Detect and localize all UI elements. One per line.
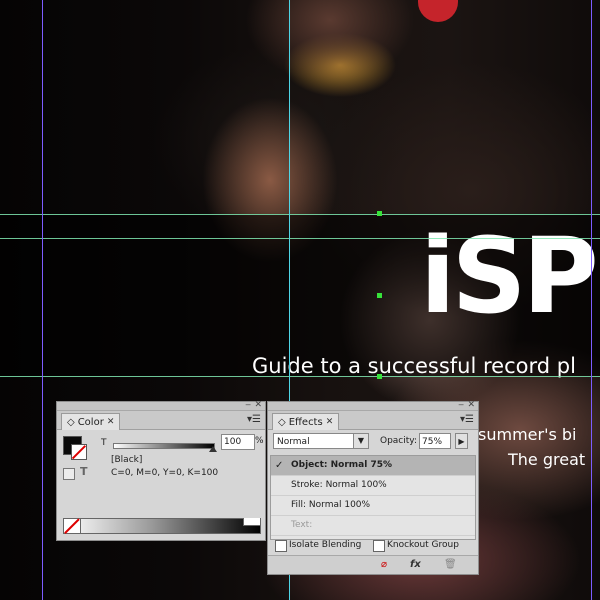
knockout-group-checkbox[interactable] bbox=[373, 540, 385, 552]
selection-handle[interactable] bbox=[377, 293, 382, 298]
tab-color-label: Color bbox=[77, 416, 104, 428]
tab-collapse-icon[interactable]: ◇ bbox=[278, 417, 286, 428]
tint-input[interactable]: 100 bbox=[221, 434, 255, 450]
white-swatch[interactable] bbox=[243, 518, 260, 526]
guide-vertical[interactable] bbox=[591, 0, 592, 600]
trash-icon[interactable]: 🗑 bbox=[444, 559, 457, 570]
panel-tab-row: ◇ Effects ✕ ▾☰ bbox=[268, 411, 478, 430]
list-item-text: Text: bbox=[271, 516, 475, 536]
panel-menu-icon[interactable]: ▾☰ bbox=[460, 414, 474, 425]
checkmark-icon: ✓ bbox=[275, 460, 284, 471]
minimize-icon[interactable]: ‒ bbox=[458, 400, 464, 410]
panel-title-bar[interactable]: ‒ ✕ bbox=[57, 400, 265, 411]
subhead-line-2[interactable]: The great bbox=[508, 450, 585, 469]
stroke-swatch[interactable] bbox=[71, 444, 87, 460]
effects-list: ✓ Object: Normal 75% Stroke: Normal 100%… bbox=[270, 455, 476, 540]
list-item-object[interactable]: ✓ Object: Normal 75% bbox=[271, 456, 475, 476]
opacity-label: Opacity: bbox=[380, 436, 417, 446]
color-ramp[interactable] bbox=[63, 518, 261, 534]
formatting-text-icon[interactable]: T bbox=[80, 465, 88, 478]
opacity-input[interactable]: 75% bbox=[419, 433, 451, 449]
list-item-label: Fill: Normal 100% bbox=[291, 500, 371, 510]
guide-horizontal[interactable] bbox=[0, 238, 600, 239]
blend-mode-value: Normal bbox=[277, 437, 310, 447]
isolate-blending-checkbox[interactable] bbox=[275, 540, 287, 552]
subhead-line-1[interactable]: summer's bi bbox=[478, 425, 577, 444]
effects-panel: ‒ ✕ ◇ Effects ✕ ▾☰ Normal ▼ Opacity: 75%… bbox=[267, 400, 479, 575]
selection-handle[interactable] bbox=[377, 211, 382, 216]
tint-slider-handle[interactable] bbox=[209, 446, 217, 452]
swatch-name: [Black] bbox=[111, 455, 143, 465]
panel-bottom-bar: ⌀ fx 🗑 bbox=[268, 555, 478, 574]
minimize-icon[interactable]: ‒ bbox=[245, 400, 251, 410]
tab-color[interactable]: ◇ Color ✕ bbox=[61, 413, 121, 430]
tint-slider[interactable] bbox=[113, 443, 215, 449]
headline-text[interactable]: iSP bbox=[420, 224, 599, 328]
panel-menu-icon[interactable]: ▾☰ bbox=[247, 414, 261, 425]
formatting-container-icon[interactable] bbox=[63, 468, 75, 480]
guide-vertical[interactable] bbox=[42, 0, 43, 600]
close-icon[interactable]: ✕ bbox=[107, 417, 115, 427]
list-item-label: Text: bbox=[291, 520, 313, 530]
tab-effects-label: Effects bbox=[288, 416, 323, 428]
isolate-blending-label: Isolate Blending bbox=[289, 540, 362, 550]
list-item-label: Object: Normal 75% bbox=[291, 460, 393, 470]
panel-title-bar[interactable]: ‒ ✕ bbox=[268, 400, 478, 411]
chevron-down-icon[interactable]: ▼ bbox=[353, 434, 368, 448]
guide-horizontal[interactable] bbox=[0, 214, 600, 215]
guide-horizontal[interactable] bbox=[0, 376, 600, 377]
close-icon[interactable]: ✕ bbox=[467, 400, 475, 410]
none-swatch[interactable] bbox=[63, 518, 81, 534]
list-item-label: Stroke: Normal 100% bbox=[291, 480, 387, 490]
tab-effects[interactable]: ◇ Effects ✕ bbox=[272, 413, 340, 430]
tagline-text[interactable]: Guide to a successful record pl bbox=[252, 354, 576, 378]
close-icon[interactable]: ✕ bbox=[326, 417, 334, 427]
chevron-right-icon[interactable]: ▶ bbox=[455, 433, 468, 449]
list-item-fill[interactable]: Fill: Normal 100% bbox=[271, 496, 475, 516]
cmyk-values: C=0, M=0, Y=0, K=100 bbox=[111, 468, 219, 478]
selection-handle[interactable] bbox=[377, 374, 382, 379]
color-panel: ‒ ✕ ◇ Color ✕ ▾☰ T 100 % [Black] C=0, M=… bbox=[56, 400, 266, 541]
knockout-group-label: Knockout Group bbox=[387, 540, 459, 550]
fx-icon[interactable]: fx bbox=[410, 559, 421, 570]
panel-tab-row: ◇ Color ✕ ▾☰ bbox=[57, 411, 265, 430]
tint-unit: % bbox=[255, 436, 264, 446]
clear-effects-icon[interactable]: ⌀ bbox=[381, 559, 387, 570]
tab-collapse-icon[interactable]: ◇ bbox=[67, 417, 75, 428]
close-icon[interactable]: ✕ bbox=[254, 400, 262, 410]
list-item-stroke[interactable]: Stroke: Normal 100% bbox=[271, 476, 475, 496]
blend-mode-select[interactable]: Normal ▼ bbox=[273, 433, 369, 449]
tint-label: T bbox=[101, 438, 107, 448]
